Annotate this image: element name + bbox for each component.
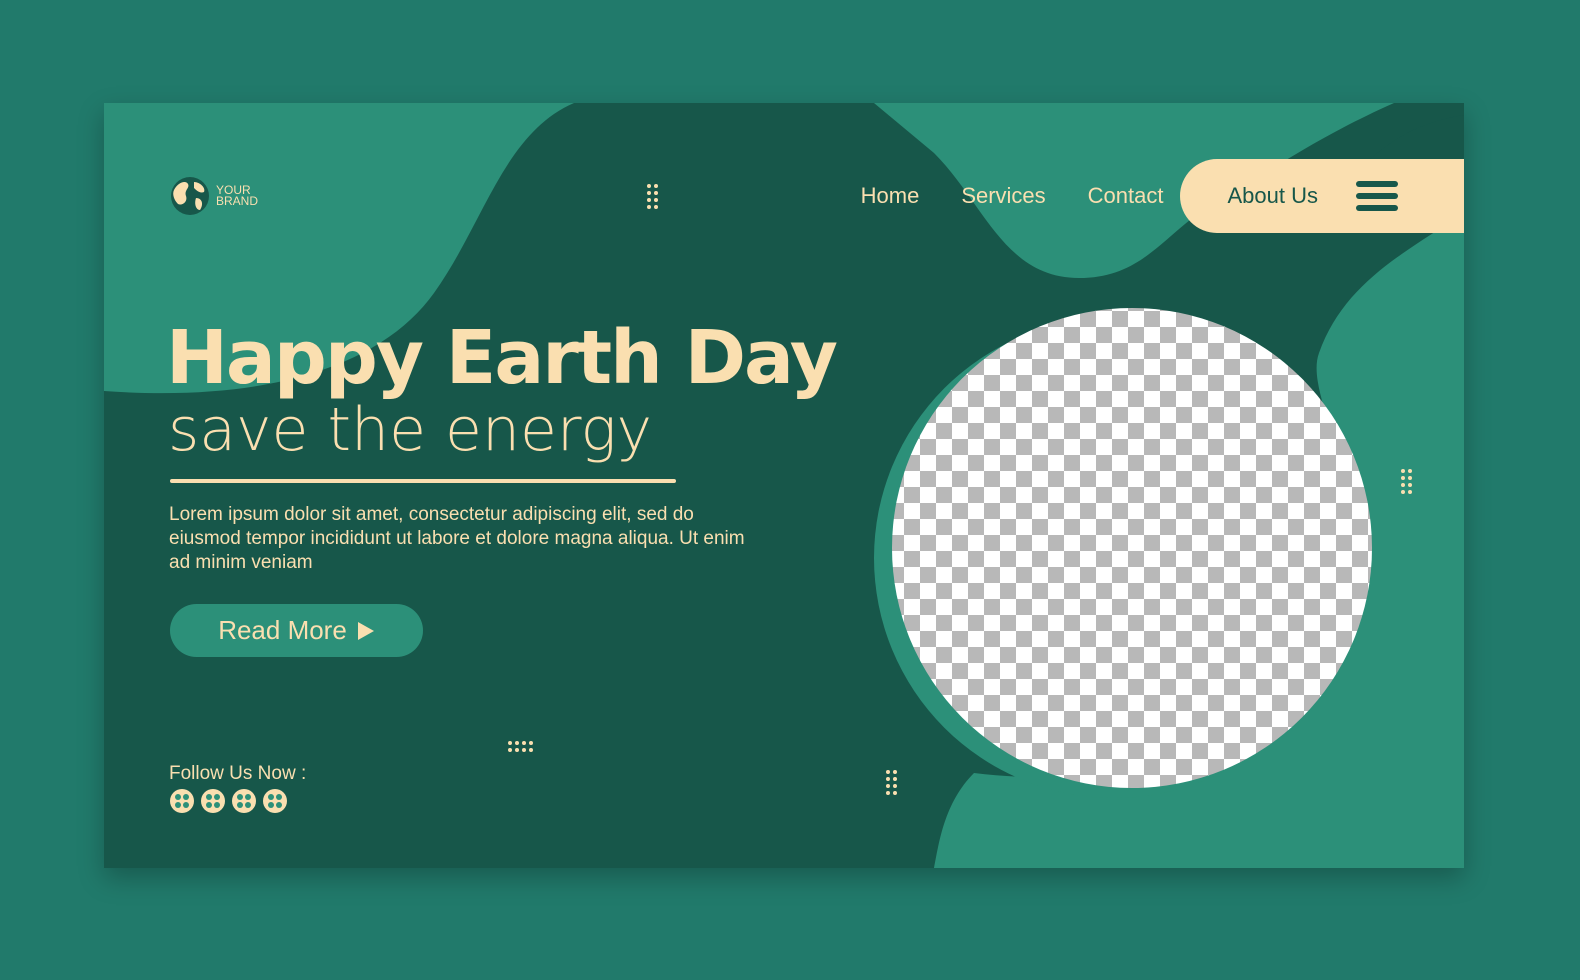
landing-page-card: YOUR BRAND Home Services Contact About Us… [104,103,1464,868]
social-icon[interactable] [263,789,287,813]
social-icon[interactable] [201,789,225,813]
top-nav: Home Services Contact About Us [861,159,1464,233]
decor-dots [508,741,533,752]
hero-subtitle: save the energy [168,395,653,465]
nav-services[interactable]: Services [961,183,1045,209]
about-us-label: About Us [1227,183,1319,208]
follow-label: Follow Us Now : [169,763,307,784]
image-placeholder [892,308,1372,788]
decor-dots [886,770,897,795]
decor-dots [1401,469,1412,494]
divider [170,479,676,483]
social-icon[interactable] [170,789,194,813]
nav-contact[interactable]: Contact [1088,183,1164,209]
social-icon[interactable] [232,789,256,813]
play-icon [357,621,374,640]
brand-logo[interactable]: YOUR BRAND [170,176,258,216]
social-links [170,789,287,813]
nav-home[interactable]: Home [861,183,920,209]
globe-icon [171,177,209,215]
decor-dots [647,184,658,209]
brand-line2: BRAND [216,194,259,208]
nav-about-us[interactable]: About Us [1179,159,1464,233]
hero-body: Lorem ipsum dolor sit amet, consectetur … [169,504,745,573]
hero-title: Happy Earth Day [166,315,838,401]
read-more-label: Read More [218,615,347,645]
hamburger-icon[interactable] [1356,181,1398,211]
read-more-button[interactable]: Read More [170,604,423,657]
